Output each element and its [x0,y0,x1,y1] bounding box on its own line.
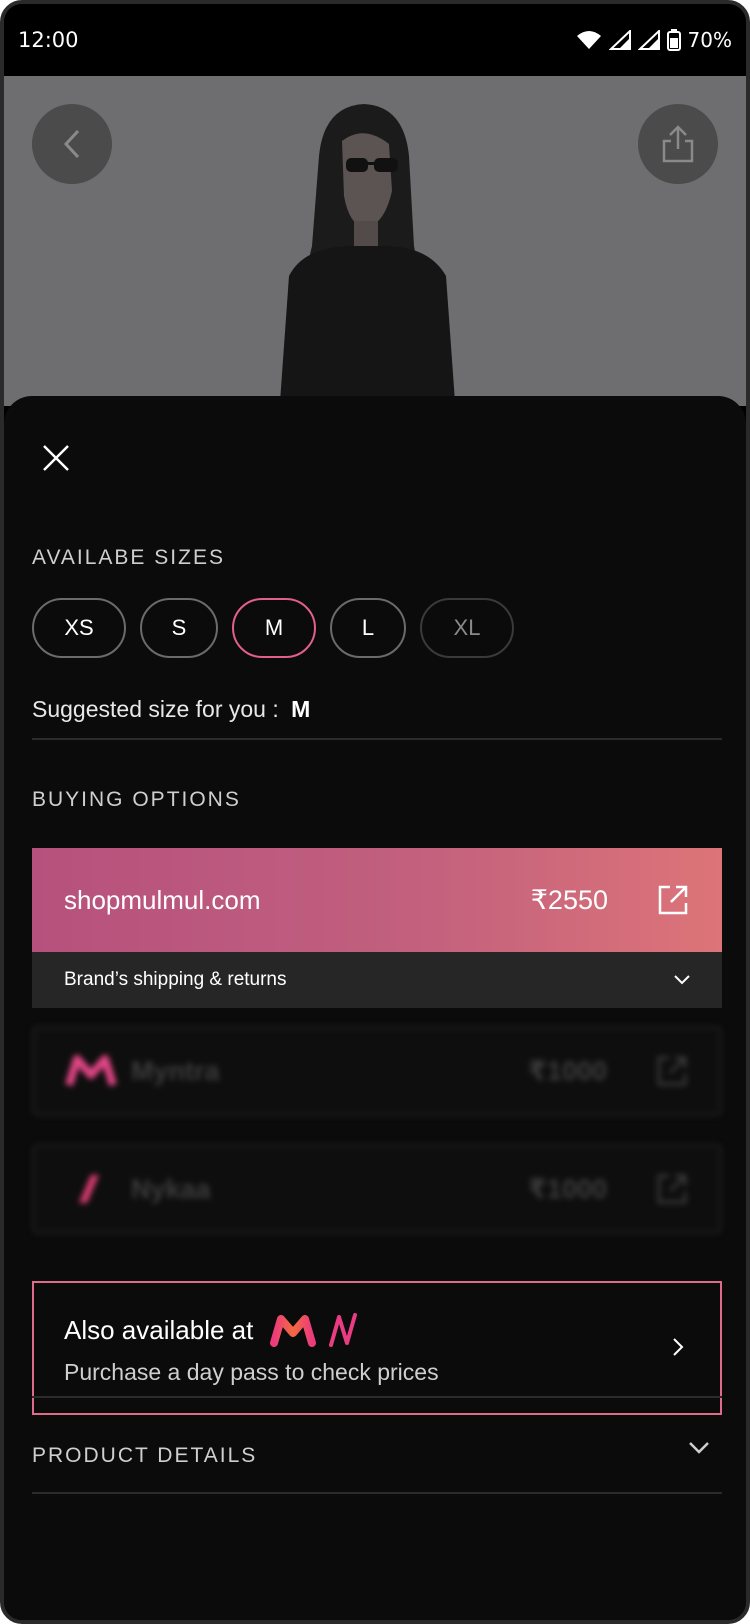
product-details-title[interactable]: PRODUCT DETAILS [32,1444,257,1468]
shipping-returns-toggle[interactable]: Brand’s shipping & returns [32,952,722,1008]
chevron-right-icon [673,1338,684,1356]
close-icon[interactable] [38,440,74,476]
size-bottom-sheet: AVAILABE SIZES XS S M L XL Suggested siz… [4,396,746,1620]
share-icon [662,125,694,163]
also-available-title: Also available at [64,1314,254,1345]
buying-options-title: BUYING OPTIONS [32,788,241,811]
locked-store-name: Myntra [131,1055,220,1086]
chevron-down-icon [674,975,690,985]
wifi-icon [576,31,601,49]
divider [32,738,722,740]
store-price: ₹2550 [530,884,608,915]
share-button[interactable] [638,104,718,184]
store-card-shopmulmul[interactable]: shopmulmul.com ₹2550 [32,848,722,952]
also-available-card[interactable]: Also available at Purchase a day pass to… [32,1281,722,1415]
suggested-size-label: Suggested size for you : [32,696,279,722]
store-name: shopmulmul.com [64,884,261,915]
signal-icon [608,30,631,50]
product-image [4,76,746,406]
phone-frame: 12:00 70% AVAILABE SIZES XS S M L XL Sug… [0,0,750,1624]
status-time: 12:00 [18,28,79,52]
back-button[interactable] [32,104,112,184]
myntra-logo-icon [65,1055,117,1087]
size-option-m[interactable]: M [232,598,316,658]
suggested-size: Suggested size for you : M [32,696,310,723]
status-bar: 12:00 70% [4,4,746,76]
nykaa-logo-icon [79,1175,99,1203]
external-link-icon[interactable] [656,883,690,917]
myntra-logo-icon [270,1315,317,1347]
size-option-xs[interactable]: XS [32,598,126,658]
size-selector: XS S M L XL [32,598,514,658]
divider [32,1492,722,1494]
battery-icon [666,29,681,51]
size-option-s[interactable]: S [140,598,218,658]
divider [32,1396,722,1398]
signal-icon [637,30,660,50]
also-available-heading: Also available at [64,1313,690,1347]
size-option-xl[interactable]: XL [420,598,514,658]
model-photo [279,104,456,406]
shipping-returns-label: Brand’s shipping & returns [64,969,287,990]
battery-percent: 70% [687,28,732,52]
external-link-icon [657,1174,687,1204]
locked-store-card: Myntra ₹1000 [32,1026,722,1116]
locked-store-name: Nykaa [131,1173,211,1204]
size-option-l[interactable]: L [330,598,406,658]
locked-store-card: Nykaa ₹1000 [32,1144,722,1234]
chevron-down-icon[interactable] [688,1441,710,1455]
locked-store-price: ₹1000 [528,1173,607,1204]
sizes-title: AVAILABE SIZES [32,546,225,569]
also-available-subtitle: Purchase a day pass to check prices [64,1359,439,1385]
locked-store-price: ₹1000 [528,1055,607,1086]
external-link-icon [657,1056,687,1086]
suggested-size-value: M [291,696,311,722]
status-icons: 70% [576,28,732,52]
nykaa-logo-icon [329,1313,358,1347]
chevron-left-icon [63,129,80,159]
